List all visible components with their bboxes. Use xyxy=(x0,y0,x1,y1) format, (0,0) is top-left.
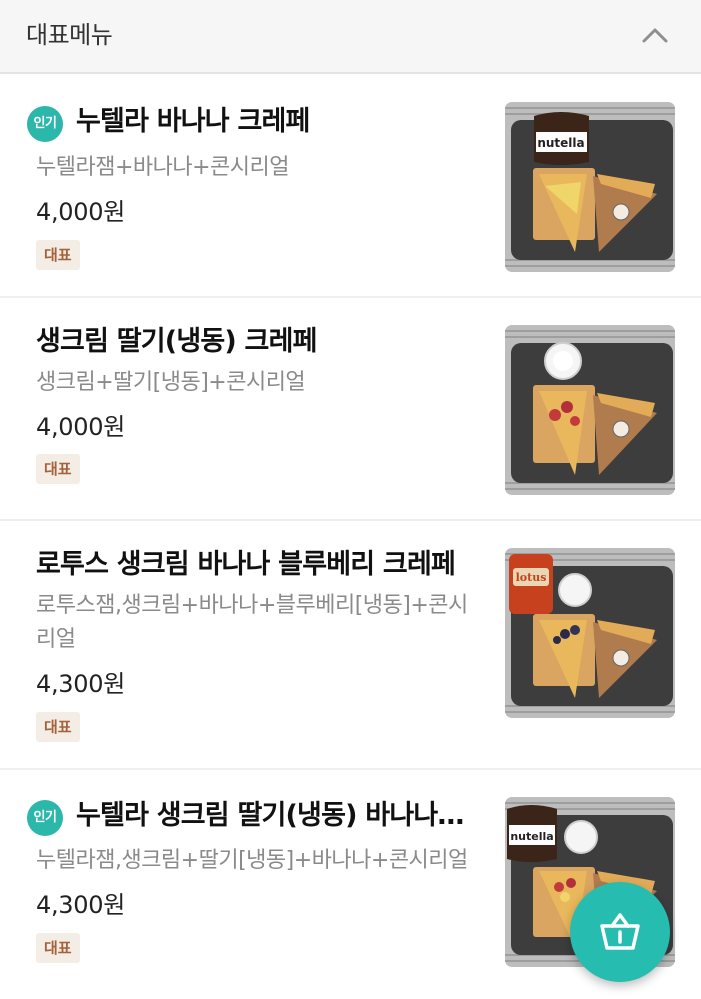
menu-item-image: lotus xyxy=(505,548,675,718)
menu-item[interactable]: 생크림 딸기(냉동) 크레페 생크림+딸기[냉동]+콘시리얼 4,000원 대표 xyxy=(0,298,701,521)
menu-item-description: 누텔라잼+바나나+콘시리얼 xyxy=(36,155,290,180)
menu-item-image: nutella xyxy=(505,102,675,272)
svg-text:nutella: nutella xyxy=(510,830,553,843)
basket-icon xyxy=(600,913,640,950)
cart-button[interactable] xyxy=(570,882,670,982)
menu-item-name: 생크림 딸기(냉동) 크레페 xyxy=(36,326,317,357)
menu-item-price: 4,300원 xyxy=(36,891,125,919)
section-title: 대표메뉴 xyxy=(26,21,113,49)
popular-badge: 인기 xyxy=(27,106,63,142)
menu-item-description: 로투스잼,생크림+바나나+블루베리[냉동]+콘시리얼 xyxy=(36,593,468,652)
signature-tag: 대표 xyxy=(36,933,80,963)
signature-tag: 대표 xyxy=(36,454,80,484)
popular-badge: 인기 xyxy=(27,800,63,836)
menu-item-description: 생크림+딸기[냉동]+콘시리얼 xyxy=(36,370,306,395)
menu-item-price: 4,300원 xyxy=(36,670,125,698)
menu-item-image xyxy=(505,325,675,495)
menu-item[interactable]: 인기 누텔라 바나나 크레페 누텔라잼+바나나+콘시리얼 4,000원 대표 n… xyxy=(0,74,701,298)
menu-item-name: 누텔라 생크림 딸기(냉동) 바나나… xyxy=(76,800,464,831)
chevron-up-icon[interactable] xyxy=(640,24,670,46)
menu-item-name: 로투스 생크림 바나나 블루베리 크레페 xyxy=(36,549,456,580)
menu-item-price: 4,000원 xyxy=(36,198,125,226)
menu-item-name: 누텔라 바나나 크레페 xyxy=(76,106,310,137)
menu-item-price: 4,000원 xyxy=(36,413,125,441)
section-header[interactable]: 대표메뉴 xyxy=(0,0,701,74)
svg-text:lotus: lotus xyxy=(516,571,547,584)
svg-text:nutella: nutella xyxy=(537,136,584,150)
menu-item[interactable]: 로투스 생크림 바나나 블루베리 크레페 로투스잼,생크림+바나나+블루베리[냉… xyxy=(0,521,701,770)
signature-tag: 대표 xyxy=(36,712,80,742)
signature-tag: 대표 xyxy=(36,240,80,270)
menu-item-description: 누텔라잼,생크림+딸기[냉동]+바나나+콘시리얼 xyxy=(36,848,468,873)
